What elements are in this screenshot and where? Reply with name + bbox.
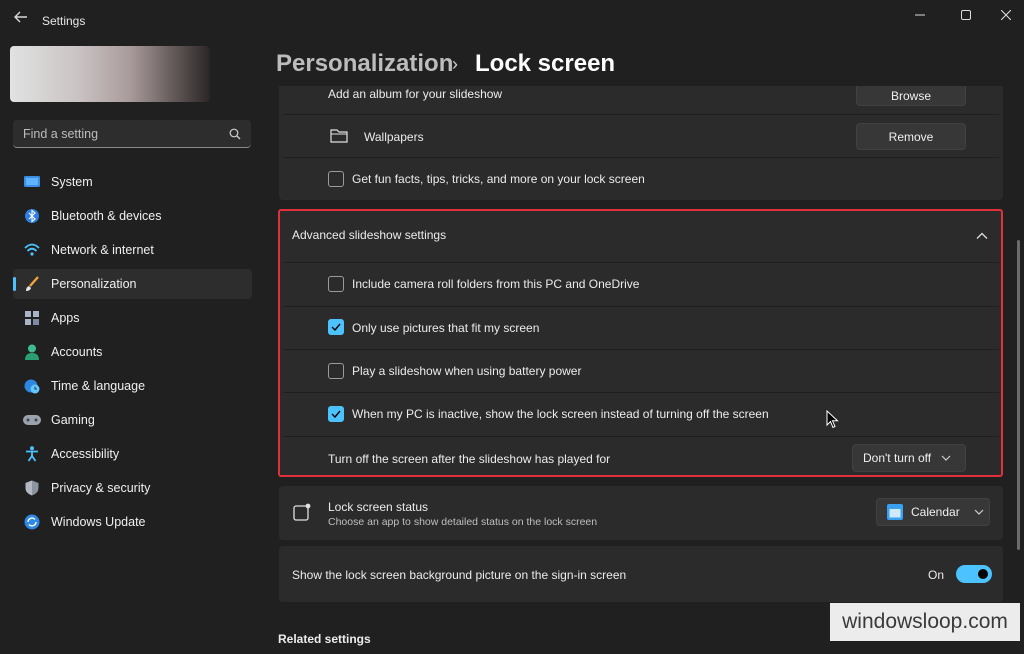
divider bbox=[283, 114, 999, 115]
sidebar-item-gaming[interactable]: Gaming bbox=[13, 405, 252, 435]
sidebar-item-accounts[interactable]: Accounts bbox=[13, 337, 252, 367]
page-title: Lock screen bbox=[475, 50, 616, 77]
sidebar-item-windows-update[interactable]: Windows Update bbox=[13, 507, 252, 537]
folder-icon bbox=[330, 128, 348, 148]
active-indicator bbox=[13, 277, 16, 291]
brush-icon bbox=[23, 275, 41, 293]
sidebar-item-apps[interactable]: Apps bbox=[13, 303, 252, 333]
shield-icon bbox=[23, 479, 41, 497]
sidebar-item-label: Bluetooth & devices bbox=[51, 209, 162, 223]
update-icon bbox=[23, 513, 41, 531]
monitor-icon bbox=[23, 173, 41, 191]
close-button[interactable] bbox=[988, 4, 1024, 26]
lock-status-value: Calendar bbox=[911, 505, 960, 519]
highlight-box bbox=[278, 209, 1003, 477]
sidebar-item-label: Privacy & security bbox=[51, 481, 151, 495]
search-input[interactable]: Find a setting bbox=[13, 120, 251, 148]
breadcrumb-separator: › bbox=[452, 54, 458, 74]
fun-facts-label: Get fun facts, tips, tricks, and more on… bbox=[352, 172, 645, 186]
calendar-icon bbox=[887, 504, 903, 520]
app-title: Settings bbox=[42, 14, 86, 28]
lock-status-title: Lock screen status bbox=[328, 500, 429, 514]
globe-clock-icon bbox=[23, 377, 41, 395]
sidebar-item-system[interactable]: System bbox=[13, 167, 252, 197]
fun-facts-checkbox[interactable] bbox=[328, 171, 344, 187]
remove-button[interactable]: Remove bbox=[856, 123, 966, 150]
user-profile-avatar[interactable] bbox=[10, 46, 210, 102]
sidebar-item-label: Time & language bbox=[51, 379, 146, 393]
sidebar-item-accessibility[interactable]: Accessibility bbox=[13, 439, 252, 469]
back-button[interactable] bbox=[10, 8, 32, 30]
toggle-knob bbox=[978, 569, 988, 579]
related-settings-heading: Related settings bbox=[278, 632, 371, 646]
sidebar-item-personalization[interactable]: Personalization bbox=[13, 269, 252, 299]
mouse-cursor-icon bbox=[826, 409, 840, 435]
folder-name: Wallpapers bbox=[364, 130, 424, 144]
maximize-button[interactable] bbox=[948, 4, 984, 26]
search-icon bbox=[229, 128, 241, 139]
divider bbox=[283, 157, 999, 158]
accessibility-icon bbox=[23, 445, 41, 463]
person-icon bbox=[23, 343, 41, 361]
sidebar-item-bluetooth[interactable]: Bluetooth & devices bbox=[13, 201, 252, 231]
sidebar-item-label: System bbox=[51, 175, 93, 189]
bluetooth-icon bbox=[23, 207, 41, 225]
sidebar-item-label: Windows Update bbox=[51, 515, 146, 529]
watermark: windowsloop.com bbox=[830, 603, 1020, 641]
sidebar-item-label: Apps bbox=[51, 311, 80, 325]
lock-status-icon bbox=[293, 503, 311, 526]
wifi-icon bbox=[23, 241, 41, 259]
toggle-state-label: On bbox=[928, 568, 945, 582]
sidebar-item-label: Personalization bbox=[51, 277, 137, 291]
apps-icon bbox=[23, 309, 41, 327]
search-placeholder: Find a setting bbox=[23, 126, 99, 141]
minimize-icon bbox=[915, 14, 925, 16]
signin-background-label: Show the lock screen background picture … bbox=[292, 568, 627, 582]
maximize-icon bbox=[961, 10, 971, 20]
sidebar-item-time-language[interactable]: Time & language bbox=[13, 371, 252, 401]
sidebar-item-label: Network & internet bbox=[51, 243, 154, 257]
lock-status-dropdown[interactable]: Calendar bbox=[876, 498, 990, 526]
minimize-button[interactable] bbox=[902, 4, 938, 26]
sidebar-item-privacy-security[interactable]: Privacy & security bbox=[13, 473, 252, 503]
close-icon bbox=[1001, 10, 1011, 20]
chevron-down-icon bbox=[974, 509, 984, 515]
album-label: Add an album for your slideshow bbox=[328, 87, 503, 101]
sidebar-item-label: Accessibility bbox=[51, 447, 120, 461]
browse-button[interactable]: Browse bbox=[856, 86, 966, 106]
lock-status-description: Choose an app to show detailed status on… bbox=[328, 516, 598, 528]
sidebar-item-network[interactable]: Network & internet bbox=[13, 235, 252, 265]
breadcrumb-parent[interactable]: Personalization bbox=[276, 50, 453, 78]
signin-background-toggle[interactable] bbox=[956, 565, 992, 583]
back-arrow-icon bbox=[14, 11, 27, 23]
sidebar-item-label: Accounts bbox=[51, 345, 103, 359]
gamepad-icon bbox=[23, 411, 41, 429]
sidebar-item-label: Gaming bbox=[51, 413, 95, 427]
scrollbar[interactable] bbox=[1017, 240, 1020, 550]
